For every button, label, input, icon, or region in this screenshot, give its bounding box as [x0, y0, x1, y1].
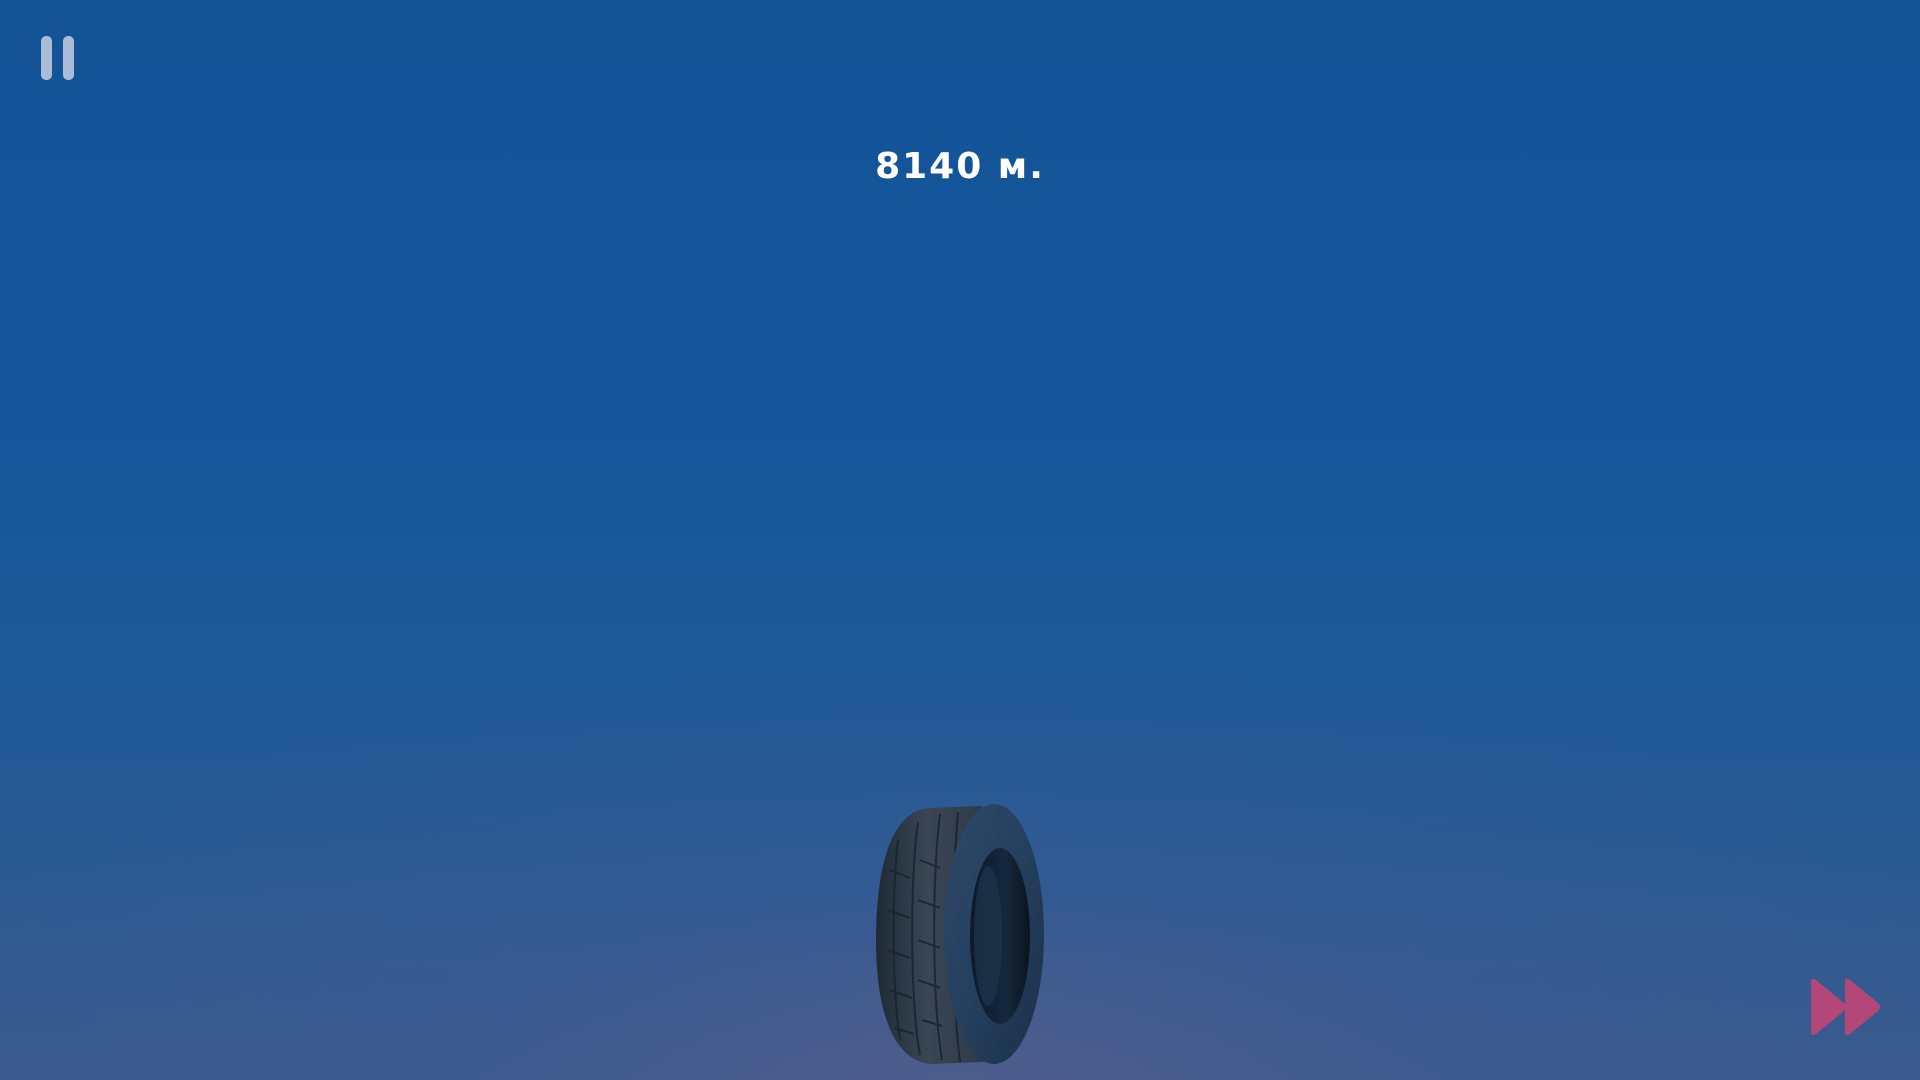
pause-icon-bar-left	[41, 36, 52, 80]
pause-button[interactable]	[38, 34, 78, 82]
pause-icon-bar-right	[63, 36, 74, 80]
distance-counter: 8140 м.	[875, 146, 1045, 187]
fast-forward-icon	[1811, 978, 1880, 1036]
tire-player	[876, 804, 1044, 1064]
fast-forward-button[interactable]	[1808, 976, 1886, 1038]
